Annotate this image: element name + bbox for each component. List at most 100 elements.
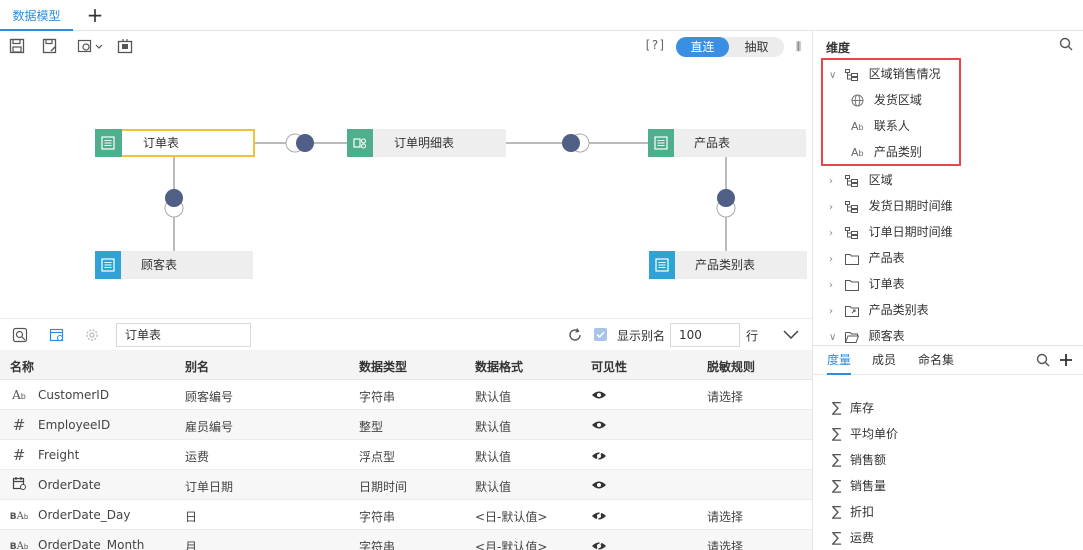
sum-icon: ∑ bbox=[832, 452, 842, 468]
chevron-right-icon[interactable]: › bbox=[829, 247, 841, 273]
preview-data-icon[interactable] bbox=[12, 327, 28, 343]
table-row[interactable]: # EmployeeID 雇员编号 整型 默认值 bbox=[0, 410, 812, 440]
join-marker[interactable] bbox=[164, 189, 184, 218]
col-header-name[interactable]: 名称 bbox=[10, 358, 34, 375]
tree-item-hierarchy[interactable]: › 区域 bbox=[829, 167, 893, 193]
field-datatype[interactable]: 日期时间 bbox=[359, 478, 407, 495]
col-header-datatype[interactable]: 数据类型 bbox=[359, 358, 407, 375]
extract-mode-button[interactable]: 抽取 bbox=[729, 37, 784, 57]
chevron-right-icon[interactable]: › bbox=[829, 169, 841, 195]
tab-measures[interactable]: 度量 bbox=[827, 346, 852, 375]
show-alias-checkbox[interactable] bbox=[594, 328, 607, 341]
chevron-right-icon[interactable]: › bbox=[829, 299, 841, 325]
measure-item[interactable]: ∑ 运费 bbox=[832, 525, 874, 550]
panel-toggle-icon[interactable]: ⫼ bbox=[796, 40, 801, 54]
measure-item[interactable]: ∑ 平均单价 bbox=[832, 421, 898, 447]
gear-icon[interactable] bbox=[84, 327, 100, 343]
field-format[interactable]: 默认值 bbox=[475, 418, 511, 435]
measure-item[interactable]: ∑ 销售额 bbox=[832, 447, 886, 473]
join-marker[interactable] bbox=[716, 189, 736, 218]
model-canvas[interactable]: 订单表 订单明细表 产品表 顾客表 产品类别表 bbox=[0, 62, 812, 318]
save-as-icon[interactable] bbox=[42, 38, 58, 54]
measure-item[interactable]: ∑ 销售量 bbox=[832, 473, 886, 499]
eye-icon[interactable] bbox=[591, 480, 607, 490]
table-node-customers[interactable]: 顾客表 bbox=[95, 251, 253, 279]
tree-item-hierarchy[interactable]: › 发货日期时间维 bbox=[829, 193, 953, 219]
field-alias[interactable]: 雇员编号 bbox=[185, 418, 233, 435]
eye-icon[interactable] bbox=[591, 420, 607, 430]
field-mask[interactable]: 请选择 bbox=[707, 388, 743, 405]
join-marker[interactable] bbox=[285, 133, 314, 153]
tree-item-hierarchy[interactable]: ∨ 区域销售情况 bbox=[829, 61, 941, 87]
refresh-icon[interactable] bbox=[567, 327, 583, 343]
settings-dropdown-icon[interactable] bbox=[77, 38, 105, 54]
col-header-alias[interactable]: 别名 bbox=[185, 358, 209, 375]
field-format[interactable]: 默认值 bbox=[475, 388, 511, 405]
chevron-down-icon[interactable]: ∨ bbox=[829, 63, 841, 89]
add-tab-button[interactable]: + bbox=[85, 3, 105, 27]
measure-tabs: 度量 成员 命名集 bbox=[813, 345, 1083, 375]
chevron-down-icon[interactable] bbox=[782, 329, 800, 341]
tab-named-sets[interactable]: 命名集 bbox=[918, 346, 954, 375]
direct-mode-button[interactable]: 直连 bbox=[676, 37, 729, 57]
table-row[interactable]: BAb OrderDate_Month 月 字符串 <月-默认值> 请选择 bbox=[0, 530, 812, 550]
row-count-input[interactable]: 100 bbox=[670, 323, 740, 347]
preview-icon[interactable] bbox=[117, 38, 133, 54]
chevron-right-icon[interactable]: › bbox=[829, 221, 841, 247]
table-row[interactable]: OrderDate 订单日期 日期时间 默认值 bbox=[0, 470, 812, 500]
table-row[interactable]: Ab CustomerID 顾客编号 字符串 默认值 请选择 bbox=[0, 380, 812, 410]
table-row[interactable]: BAb OrderDate_Day 日 字符串 <日-默认值> 请选择 bbox=[0, 500, 812, 530]
measure-item[interactable]: ∑ 库存 bbox=[832, 395, 874, 421]
sum-icon: ∑ bbox=[832, 530, 842, 546]
table-search-input[interactable]: 订单表 bbox=[116, 323, 251, 347]
table-node-product-categories[interactable]: 产品类别表 bbox=[649, 251, 807, 279]
field-format[interactable]: <月-默认值> bbox=[475, 538, 547, 550]
field-datatype[interactable]: 字符串 bbox=[359, 538, 395, 550]
save-icon[interactable] bbox=[9, 38, 25, 54]
measure-item[interactable]: ∑ 折扣 bbox=[832, 499, 874, 525]
field-datatype[interactable]: 字符串 bbox=[359, 388, 395, 405]
tab-data-model[interactable]: 数据模型 bbox=[0, 0, 73, 31]
search-icon[interactable] bbox=[1059, 37, 1073, 51]
tab-members[interactable]: 成员 bbox=[872, 346, 896, 375]
field-mask[interactable]: 请选择 bbox=[707, 538, 743, 550]
col-header-format[interactable]: 数据格式 bbox=[475, 358, 523, 375]
field-format[interactable]: <日-默认值> bbox=[475, 508, 547, 525]
tree-item-field[interactable]: Ab 产品类别 bbox=[851, 139, 922, 165]
field-alias[interactable]: 月 bbox=[185, 538, 197, 550]
col-header-masking[interactable]: 脱敏规则 bbox=[707, 358, 755, 375]
field-alias[interactable]: 日 bbox=[185, 508, 197, 525]
tree-item-folder[interactable]: › 产品表 bbox=[829, 245, 905, 271]
tree-item-hierarchy[interactable]: › 订单日期时间维 bbox=[829, 219, 953, 245]
field-datatype[interactable]: 整型 bbox=[359, 418, 383, 435]
table-node-products[interactable]: 产品表 bbox=[648, 129, 806, 157]
field-alias[interactable]: 顾客编号 bbox=[185, 388, 233, 405]
field-datatype[interactable]: 字符串 bbox=[359, 508, 395, 525]
field-format[interactable]: 默认值 bbox=[475, 448, 511, 465]
globe-icon bbox=[851, 94, 864, 107]
help-button[interactable]: [?] bbox=[644, 38, 666, 52]
chevron-right-icon[interactable]: › bbox=[829, 273, 841, 299]
tree-item-field[interactable]: Ab 联系人 bbox=[851, 113, 910, 139]
add-icon[interactable] bbox=[1058, 352, 1074, 368]
tree-item-folder[interactable]: › 订单表 bbox=[829, 271, 905, 297]
field-mask[interactable]: 请选择 bbox=[707, 508, 743, 525]
table-row[interactable]: # Freight 运费 浮点型 默认值 bbox=[0, 440, 812, 470]
eye-hidden-icon[interactable] bbox=[591, 510, 607, 522]
eye-hidden-icon[interactable] bbox=[591, 450, 607, 462]
chevron-right-icon[interactable]: › bbox=[829, 195, 841, 221]
join-marker[interactable] bbox=[562, 133, 590, 153]
tree-item-field[interactable]: 发货区域 bbox=[851, 87, 922, 113]
field-format[interactable]: 默认值 bbox=[475, 478, 511, 495]
search-icon[interactable] bbox=[1036, 353, 1050, 367]
table-settings-icon[interactable] bbox=[49, 327, 65, 343]
field-alias[interactable]: 运费 bbox=[185, 448, 209, 465]
table-node-orders[interactable]: 订单表 bbox=[95, 129, 255, 157]
table-node-order-details[interactable]: 订单明细表 bbox=[347, 129, 506, 157]
tree-item-folder[interactable]: › 产品类别表 bbox=[829, 297, 929, 323]
field-alias[interactable]: 订单日期 bbox=[185, 478, 233, 495]
eye-hidden-icon[interactable] bbox=[591, 540, 607, 550]
field-datatype[interactable]: 浮点型 bbox=[359, 448, 395, 465]
col-header-visibility[interactable]: 可见性 bbox=[591, 358, 627, 375]
eye-icon[interactable] bbox=[591, 390, 607, 400]
